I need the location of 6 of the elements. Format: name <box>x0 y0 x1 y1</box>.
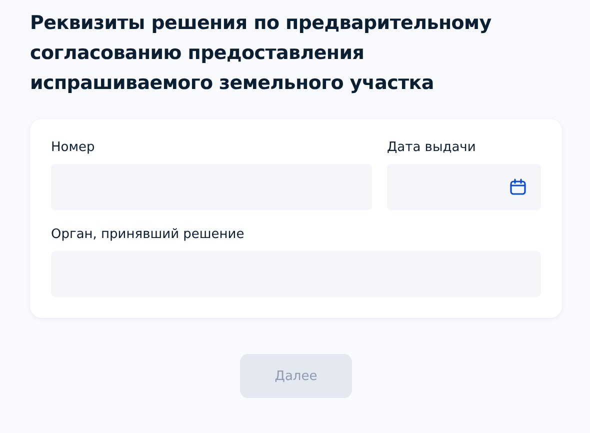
field-label: Дата выдачи <box>387 139 477 157</box>
date-field[interactable] <box>387 164 541 210</box>
field-label: Номер <box>51 139 96 157</box>
field-label: Орган, принявший решение <box>51 226 246 244</box>
calendar-icon[interactable] <box>509 178 527 196</box>
page-title: Реквизиты решения по предварительному согласованию предоставления испрашиваемого земельного участка <box>30 11 492 96</box>
